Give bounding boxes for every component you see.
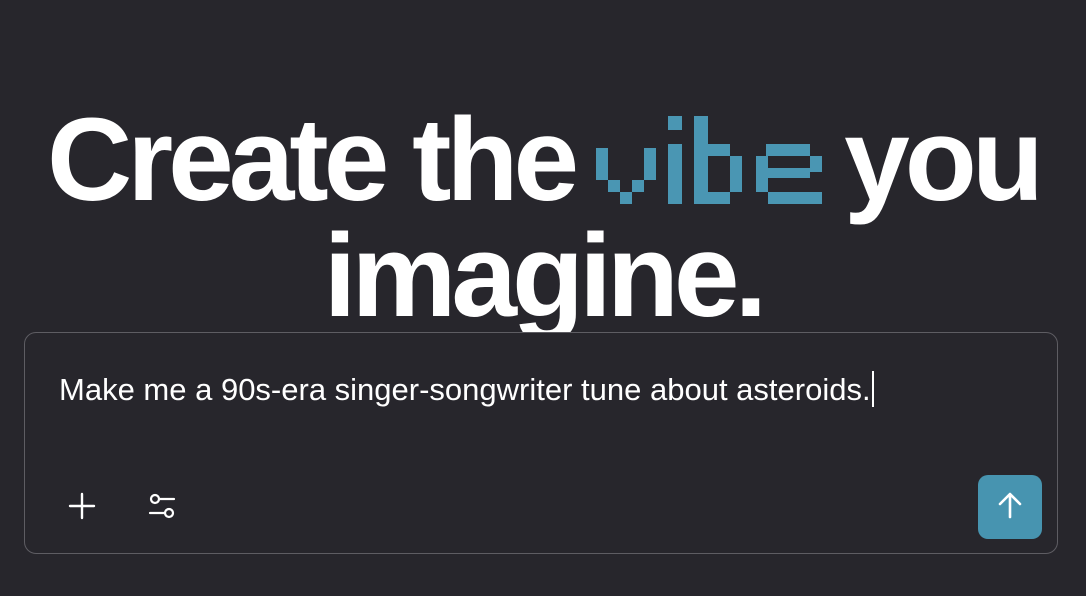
headline-text-after: you: [844, 94, 1044, 227]
pixel-highlight-word: vibe: [596, 116, 823, 205]
send-button[interactable]: [978, 475, 1042, 539]
plus-icon: [68, 492, 96, 525]
headline-line-2: imagine.: [323, 210, 768, 343]
pixel-vibe-graphic: [596, 116, 823, 205]
prompt-box[interactable]: Make me a 90s-era singer-songwriter tune…: [24, 332, 1058, 554]
arrow-up-icon: [995, 490, 1025, 525]
sliders-icon: [147, 491, 177, 526]
headline-text-before: Create the: [47, 94, 579, 227]
page: Create thevibe: [0, 0, 1086, 596]
text-caret: [871, 371, 874, 407]
prompt-input-value: Make me a 90s-era singer-songwriter tune…: [59, 372, 871, 407]
prompt-input[interactable]: Make me a 90s-era singer-songwriter tune…: [59, 370, 874, 410]
add-button[interactable]: [60, 486, 104, 530]
headline-line-1: Create thevibe: [0, 101, 1086, 219]
settings-button[interactable]: [140, 486, 184, 530]
headline: Create thevibe: [0, 101, 1086, 335]
